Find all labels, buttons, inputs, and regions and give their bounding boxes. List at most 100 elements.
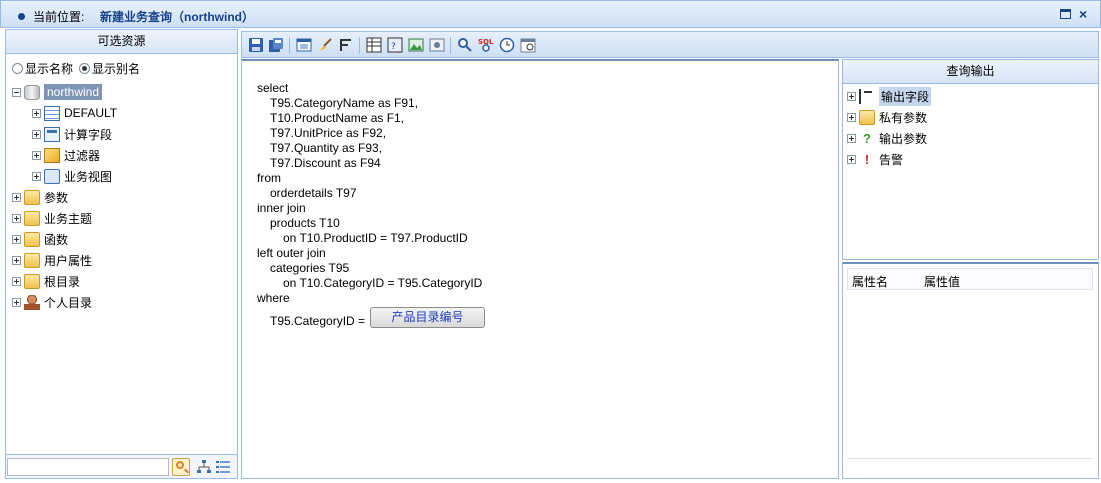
resource-panel-title: 可选资源	[6, 30, 237, 54]
settings-icon[interactable]	[429, 37, 445, 53]
close-icon[interactable]: ×	[1079, 6, 1087, 22]
location-value: 新建业务查询（northwind）	[100, 10, 254, 24]
maximize-icon[interactable]	[1060, 9, 1071, 19]
expand-icon[interactable]	[12, 213, 21, 223]
expand-icon[interactable]	[12, 192, 21, 202]
search-button[interactable]	[172, 458, 190, 476]
save-as-icon[interactable]	[268, 37, 284, 53]
show-alias-label[interactable]: 显示别名	[92, 60, 140, 77]
property-value-column: 属性值	[924, 275, 961, 289]
query-toolbar: ? SQL	[241, 31, 1099, 58]
tree-item-label: 参数	[44, 190, 69, 205]
tree-item-root-directory[interactable]: 根目录	[12, 272, 80, 290]
expand-icon[interactable]	[12, 276, 21, 286]
output-item-label: 输出参数	[879, 131, 928, 146]
business-topic-folder-icon	[24, 210, 40, 226]
parameter-icon[interactable]: ?	[387, 37, 403, 53]
output-item-alert[interactable]: ! 告警	[847, 150, 903, 168]
expand-icon[interactable]	[847, 154, 856, 164]
tree-item-label: 计算字段	[64, 127, 113, 142]
tree-item-business-topic[interactable]: 业务主题	[12, 209, 92, 227]
output-item-output-parameter[interactable]: ? 输出参数	[847, 129, 927, 147]
show-alias-radio[interactable]	[79, 63, 91, 74]
sql-line: T95.CategoryName as F91,	[270, 96, 419, 110]
toolbar-separator	[450, 37, 451, 54]
collapse-icon[interactable]	[12, 87, 21, 97]
window-icon[interactable]	[296, 37, 312, 53]
location-label: 当前位置:	[33, 10, 85, 24]
fields-icon[interactable]	[338, 37, 354, 53]
tree-item-northwind[interactable]: northwind	[12, 83, 103, 101]
sql-line: T95.CategoryID =	[270, 314, 366, 328]
personal-folder-icon	[24, 294, 40, 310]
tree-item-parameter[interactable]: 参数	[12, 188, 68, 206]
expand-icon[interactable]	[12, 297, 21, 307]
tree-item-label: 个人目录	[44, 295, 93, 310]
tree-item-label: 根目录	[44, 274, 81, 289]
root-folder-icon	[24, 273, 40, 289]
title-bar: 当前位置: 新建业务查询（northwind） ×	[0, 0, 1101, 28]
database-icon	[24, 84, 40, 100]
find-icon[interactable]	[457, 37, 473, 53]
sql-line: inner join	[257, 201, 306, 215]
expand-icon[interactable]	[847, 133, 856, 143]
sql-editor[interactable]: select T95.CategoryName as F91, T10.Prod…	[241, 59, 839, 479]
tree-item-label: northwind	[44, 84, 103, 100]
output-item-output-fields[interactable]: 输出字段	[847, 86, 932, 106]
tree-item-label: 用户属性	[44, 253, 93, 268]
sql-icon[interactable]: SQL	[478, 37, 494, 53]
expand-icon[interactable]	[32, 171, 41, 181]
show-name-radio[interactable]	[12, 63, 23, 74]
expand-icon[interactable]	[32, 108, 41, 118]
expand-icon[interactable]	[12, 255, 21, 265]
sql-line: select	[257, 81, 289, 95]
image-icon[interactable]	[408, 37, 424, 53]
tree-item-label: DEFAULT	[64, 106, 118, 120]
resource-search-input[interactable]	[7, 458, 169, 476]
toolbar-separator	[359, 37, 360, 54]
expand-icon[interactable]	[32, 129, 41, 139]
sql-line: on T10.CategoryID = T95.CategoryID	[283, 276, 483, 290]
query-output-panel: 查询输出 输出字段 私有参数 ? 输出参数 ! 告警	[842, 59, 1099, 260]
expand-icon[interactable]	[12, 234, 21, 244]
tree-item-label: 函数	[44, 232, 69, 247]
expand-icon[interactable]	[32, 150, 41, 160]
list-view-icon[interactable]	[215, 459, 231, 475]
sql-line: T97.UnitPrice as F92,	[270, 126, 387, 140]
tree-item-default[interactable]: DEFAULT	[32, 104, 117, 122]
private-parameter-icon	[859, 109, 875, 125]
tree-item-business-view[interactable]: 业务视图	[32, 167, 112, 185]
calculated-field-icon	[44, 126, 60, 142]
properties-divider	[847, 458, 1093, 459]
tree-item-user-attribute[interactable]: 用户属性	[12, 251, 92, 269]
tree-item-label: 业务视图	[64, 169, 113, 184]
display-mode-radio-group: 显示名称 显示别名	[12, 60, 146, 77]
resource-panel: 可选资源 显示名称 显示别名 northwind DEFAULT 计算字段 过滤…	[5, 29, 238, 479]
sql-line: left outer join	[257, 246, 326, 260]
expand-icon[interactable]	[847, 112, 856, 122]
tree-view-icon[interactable]	[196, 459, 212, 475]
sql-line: T97.Discount as F94	[270, 156, 381, 170]
tree-item-function[interactable]: 函数	[12, 230, 68, 248]
sql-line: where	[257, 291, 290, 305]
brush-icon[interactable]	[317, 37, 333, 53]
toolbar-separator	[289, 37, 290, 54]
parameter-button[interactable]: 产品目录编号	[370, 307, 485, 328]
tree-item-label: 过滤器	[64, 148, 101, 163]
sql-line: orderdetails T97	[270, 186, 357, 200]
schedule-icon[interactable]	[520, 37, 536, 53]
save-icon[interactable]	[248, 37, 264, 53]
user-attribute-folder-icon	[24, 252, 40, 268]
grid-icon[interactable]	[366, 37, 382, 53]
expand-icon[interactable]	[847, 91, 856, 101]
clock-icon[interactable]	[499, 37, 515, 53]
properties-panel: 属性名 属性值	[842, 262, 1099, 479]
sql-line: on T10.ProductID = T97.ProductID	[283, 231, 468, 245]
tree-item-calculated-field[interactable]: 计算字段	[32, 125, 112, 143]
tree-item-personal-directory[interactable]: 个人目录	[12, 293, 92, 311]
output-item-private-parameter[interactable]: 私有参数	[847, 108, 927, 126]
properties-header: 属性名 属性值	[847, 268, 1093, 290]
show-name-label[interactable]: 显示名称	[25, 60, 73, 77]
bullet-icon	[18, 13, 25, 20]
tree-item-filter[interactable]: 过滤器	[32, 146, 100, 164]
